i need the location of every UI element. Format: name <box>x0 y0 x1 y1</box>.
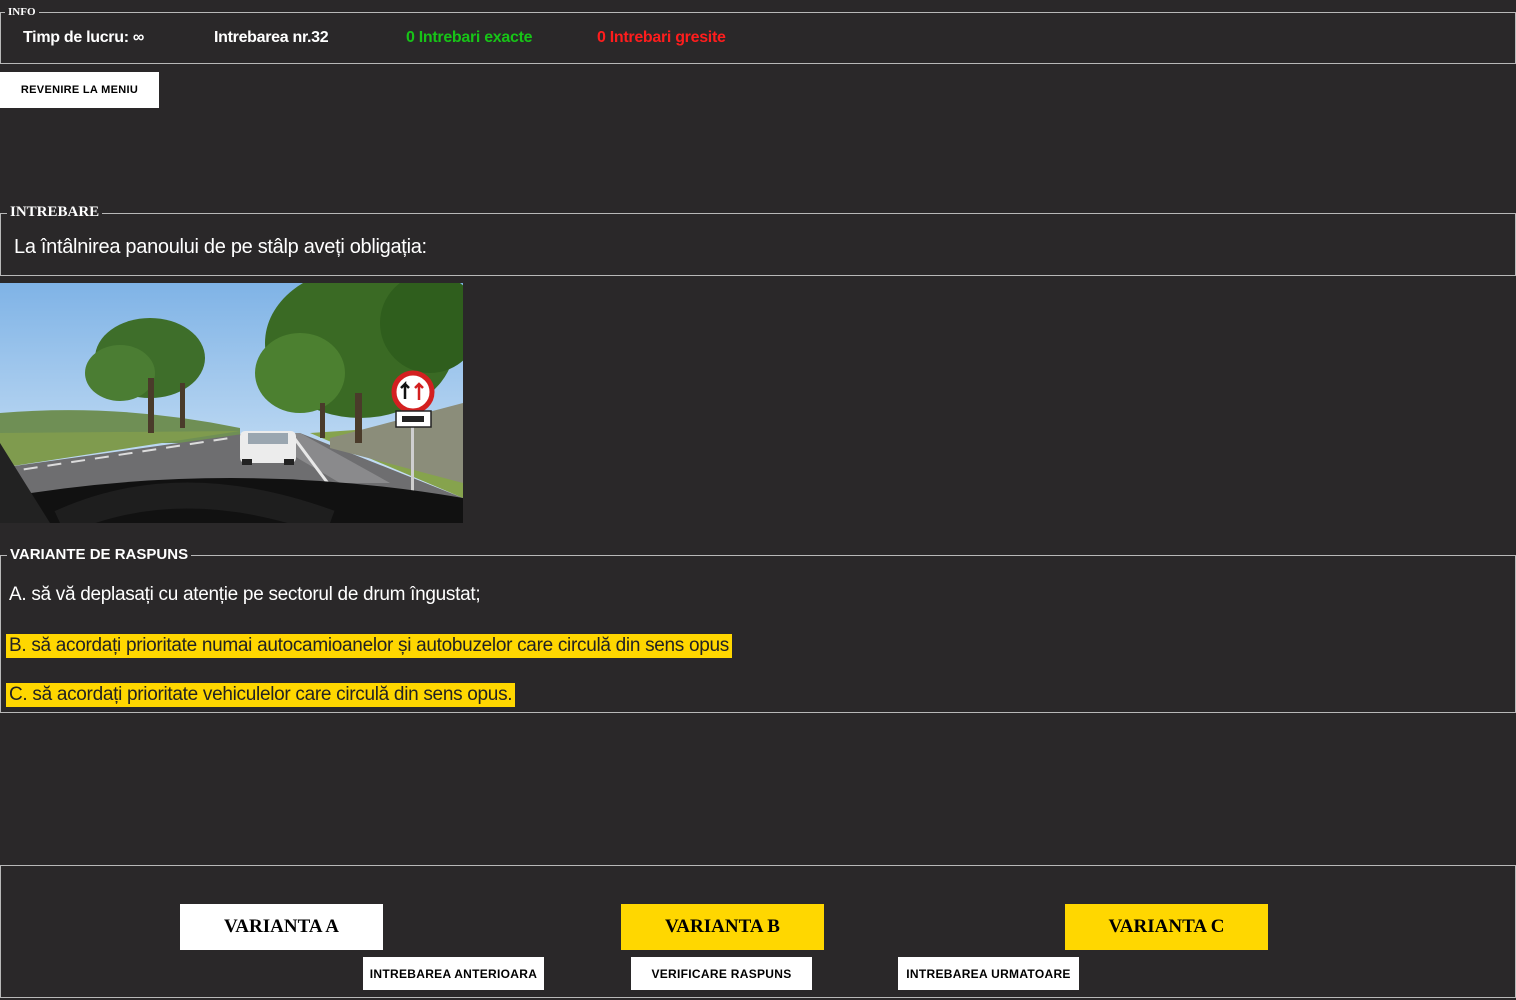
answer-option-c[interactable]: C. să acordați prioritate vehiculelor ca… <box>6 683 516 707</box>
timer-label: Timp de lucru: ∞ <box>23 29 144 46</box>
varianta-b-button[interactable]: VARIANTA B <box>621 904 824 950</box>
question-text: La întâlnirea panoului de pe stâlp aveți… <box>14 236 427 258</box>
question-legend: INTREBARE <box>7 204 103 221</box>
check-answer-button[interactable]: VERIFICARE RASPUNS <box>631 957 812 990</box>
previous-question-button[interactable]: INTREBAREA ANTERIOARA <box>363 957 544 990</box>
back-to-menu-button[interactable]: REVENIRE LA MENIU <box>0 72 159 108</box>
next-question-button[interactable]: INTREBAREA URMATOARE <box>898 957 1079 990</box>
varianta-a-button[interactable]: VARIANTA A <box>180 904 383 950</box>
varianta-c-button[interactable]: VARIANTA C <box>1065 904 1268 950</box>
wrong-count: 0 Intrebari gresite <box>597 29 726 46</box>
answers-legend: VARIANTE DE RASPUNS <box>7 546 192 563</box>
controls-panel: VARIANTA A VARIANTA B VARIANTA C INTREBA… <box>0 865 1516 998</box>
answers-panel: VARIANTE DE RASPUNS A. să vă deplasați c… <box>0 546 1516 713</box>
question-image <box>0 283 463 523</box>
question-panel: INTREBARE La întâlnirea panoului de pe s… <box>0 204 1516 276</box>
info-panel: INFO Timp de lucru: ∞ Intrebarea nr.32 0… <box>0 6 1516 64</box>
info-legend: INFO <box>5 6 39 18</box>
correct-count: 0 Intrebari exacte <box>406 29 533 46</box>
answer-option-b[interactable]: B. să acordați prioritate numai autocami… <box>6 634 732 658</box>
answer-option-a[interactable]: A. să vă deplasați cu atenție pe sectoru… <box>6 583 483 607</box>
question-number: Intrebarea nr.32 <box>214 29 329 46</box>
